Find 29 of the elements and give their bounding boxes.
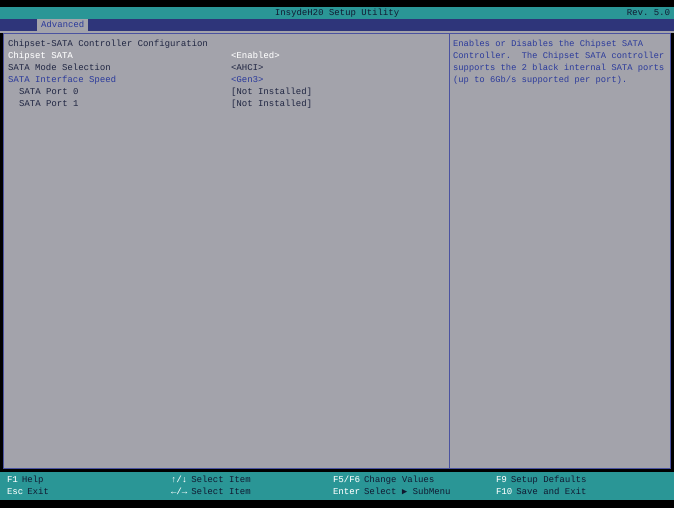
key-label: Esc xyxy=(7,486,24,498)
setting-label[interactable]: Chipset SATA xyxy=(8,50,231,62)
section-title: Chipset-SATA Controller Configuration xyxy=(8,38,209,50)
key-action: Select Item xyxy=(191,474,251,486)
key-action: Save and Exit xyxy=(516,486,586,498)
key-action: Select ▶ SubMenu xyxy=(364,486,450,498)
setting-label: SATA Port 0 xyxy=(18,86,80,98)
key-action: Help xyxy=(22,474,44,486)
revision-label: Rev. 5.0 xyxy=(626,7,670,19)
setting-label: SATA Port 1 xyxy=(18,98,80,110)
key-action: Exit xyxy=(27,486,49,498)
help-text: Enables or Disables the Chipset SATA Controller. The Chipset SATA controller supports the 2 black internal SATA ports (up to 6Gb/s supported per port). xyxy=(453,38,666,86)
key-action: Change Values xyxy=(364,474,434,486)
key-label: F5/F6 xyxy=(333,474,360,486)
key-action: Setup Defaults xyxy=(510,474,586,486)
setting-value[interactable]: <Gen3> xyxy=(231,74,264,86)
key-label: ↑/↓ xyxy=(171,474,188,486)
key-action: Select Item xyxy=(191,486,251,498)
tab[interactable]: Advanced xyxy=(37,19,88,31)
setting-label[interactable]: SATA Interface Speed xyxy=(8,74,231,86)
key-label: F10 xyxy=(496,486,512,498)
key-label: F1 xyxy=(7,474,18,486)
setting-value[interactable]: <Enabled> xyxy=(231,50,280,62)
setting-value: [Not Installed] xyxy=(231,86,312,98)
key-label: ←/→ xyxy=(171,486,188,498)
setting-value: [Not Installed] xyxy=(231,98,312,110)
window-title: InsydeH20 Setup Utility xyxy=(274,7,400,19)
key-label: Enter xyxy=(333,486,360,498)
key-label: F9 xyxy=(496,474,507,486)
